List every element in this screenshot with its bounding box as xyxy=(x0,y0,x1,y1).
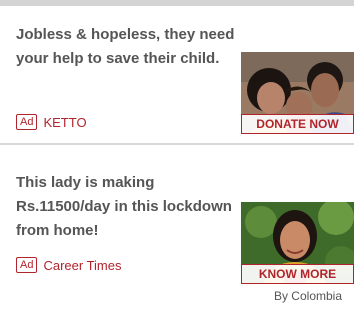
ad-headline[interactable]: This lady is making Rs.11500/day in this… xyxy=(16,171,236,243)
know-more-button[interactable]: KNOW MORE xyxy=(241,264,354,284)
attribution[interactable]: By Colombia xyxy=(274,289,342,303)
ad-badge: Ad xyxy=(16,257,38,273)
sponsor-link[interactable]: KETTO xyxy=(43,115,86,130)
ad-badge: Ad xyxy=(16,114,38,130)
sponsored-ads-widget: Jobless & hopeless, they need your help … xyxy=(0,0,354,309)
ad-card[interactable]: This lady is making Rs.11500/day in this… xyxy=(0,146,354,284)
ad-thumbnail[interactable]: KNOW MORE xyxy=(241,202,354,284)
sponsor-row: Ad KETTO xyxy=(16,114,87,130)
ad-card[interactable]: Jobless & hopeless, they need your help … xyxy=(0,6,354,144)
ad-thumbnail[interactable]: DONATE NOW xyxy=(241,52,354,134)
sponsor-row: Ad Career Times xyxy=(16,257,122,273)
donate-now-button[interactable]: DONATE NOW xyxy=(241,114,354,134)
divider xyxy=(0,143,354,145)
sponsor-link[interactable]: Career Times xyxy=(43,258,121,273)
ad-headline[interactable]: Jobless & hopeless, they need your help … xyxy=(16,23,236,71)
